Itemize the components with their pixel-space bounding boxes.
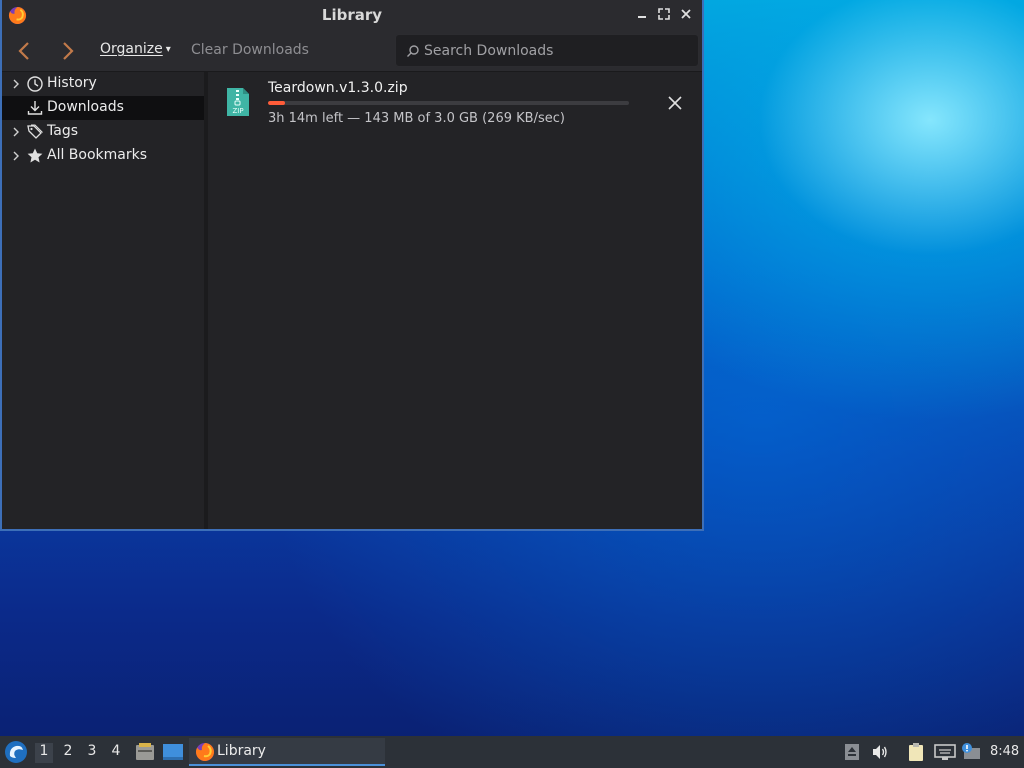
- start-menu-button[interactable]: [4, 740, 28, 764]
- workspace-4[interactable]: 4: [107, 743, 125, 763]
- workspace-2[interactable]: 2: [59, 743, 77, 763]
- downloads-list: ZIP Teardown.v1.3.0.zip 3h 14m left — 14…: [208, 72, 702, 529]
- download-progress-bar: [268, 101, 629, 105]
- taskbar: 1 2 3 4 Library 8:48: [0, 736, 1024, 768]
- sidebar-item-all-bookmarks[interactable]: All Bookmarks: [2, 144, 204, 168]
- back-button[interactable]: [12, 38, 36, 64]
- chevron-right-icon[interactable]: [10, 78, 22, 90]
- workspace-1[interactable]: 1: [35, 743, 53, 763]
- star-icon: [27, 148, 43, 163]
- chevron-down-icon: ▾: [165, 44, 171, 55]
- organize-label: Organize: [100, 41, 163, 57]
- sidebar-item-downloads[interactable]: Downloads: [2, 96, 204, 120]
- minimize-icon: [638, 16, 646, 18]
- svg-text:ZIP: ZIP: [232, 107, 243, 115]
- download-icon: [27, 101, 43, 115]
- search-icon: [407, 45, 419, 57]
- window-title: Library: [321, 6, 383, 24]
- download-status: 3h 14m left — 143 MB of 3.0 GB (269 KB/s…: [268, 111, 565, 126]
- search-input[interactable]: [424, 35, 694, 66]
- organize-button[interactable]: Organize ▾: [100, 41, 171, 57]
- show-desktop-launcher[interactable]: [162, 742, 184, 762]
- download-progress-fill: [268, 101, 285, 105]
- cancel-download-button[interactable]: [666, 94, 684, 112]
- sidebar-item-tags[interactable]: Tags: [2, 120, 204, 144]
- maximize-icon: [658, 8, 670, 20]
- title-bar[interactable]: Library: [2, 0, 702, 30]
- sidebar-item-label: History: [47, 75, 97, 91]
- lxqt-logo-icon: [5, 741, 27, 763]
- download-filename: Teardown.v1.3.0.zip: [268, 80, 408, 96]
- maximize-button[interactable]: [656, 6, 672, 22]
- search-box: [395, 34, 699, 67]
- tags-icon: [27, 124, 43, 139]
- chevron-left-icon: [18, 42, 29, 60]
- download-item[interactable]: ZIP Teardown.v1.3.0.zip 3h 14m left — 14…: [208, 72, 702, 132]
- close-icon: [681, 9, 691, 19]
- close-icon: [668, 96, 682, 110]
- sidebar-item-label: Downloads: [47, 99, 124, 115]
- tray-network[interactable]: [934, 742, 956, 762]
- clear-downloads-button[interactable]: Clear Downloads: [191, 42, 309, 58]
- eject-icon: [845, 744, 859, 760]
- chevron-right-icon[interactable]: [10, 126, 22, 138]
- tray-volume[interactable]: [870, 742, 892, 762]
- clipboard-icon: [909, 743, 923, 761]
- tray-clipboard[interactable]: [906, 742, 928, 762]
- file-manager-icon: [136, 743, 154, 760]
- sidebar-item-history[interactable]: History: [2, 72, 204, 96]
- file-manager-launcher[interactable]: [134, 742, 156, 762]
- zip-file-icon: ZIP: [227, 88, 249, 116]
- minimize-button[interactable]: [634, 6, 650, 22]
- workspace-3[interactable]: 3: [83, 743, 101, 763]
- sidebar-item-label: Tags: [47, 123, 78, 139]
- toolbar: Organize ▾ Clear Downloads: [2, 30, 702, 72]
- close-button[interactable]: [678, 6, 694, 22]
- tray-notification[interactable]: [960, 742, 982, 762]
- network-icon: [934, 744, 956, 760]
- clock[interactable]: 8:48: [990, 744, 1019, 759]
- window-controls: [634, 6, 694, 22]
- task-label: Library: [217, 743, 266, 759]
- tray-eject[interactable]: [842, 742, 864, 762]
- volume-icon: [873, 745, 887, 759]
- library-window: Library Organize ▾ Clear Downloads Searc…: [0, 0, 704, 531]
- sidebar: History Downloads Tags All Bookmarks: [2, 72, 204, 529]
- chevron-right-icon: [63, 42, 74, 60]
- desktop-icon: [163, 744, 183, 760]
- taskbar-task-library[interactable]: Library: [189, 738, 385, 766]
- clock-icon: [27, 76, 43, 92]
- chevron-right-icon[interactable]: [10, 150, 22, 162]
- forward-button[interactable]: [56, 38, 80, 64]
- firefox-icon: [195, 743, 214, 761]
- notification-icon: [962, 743, 980, 759]
- sidebar-item-label: All Bookmarks: [47, 147, 148, 163]
